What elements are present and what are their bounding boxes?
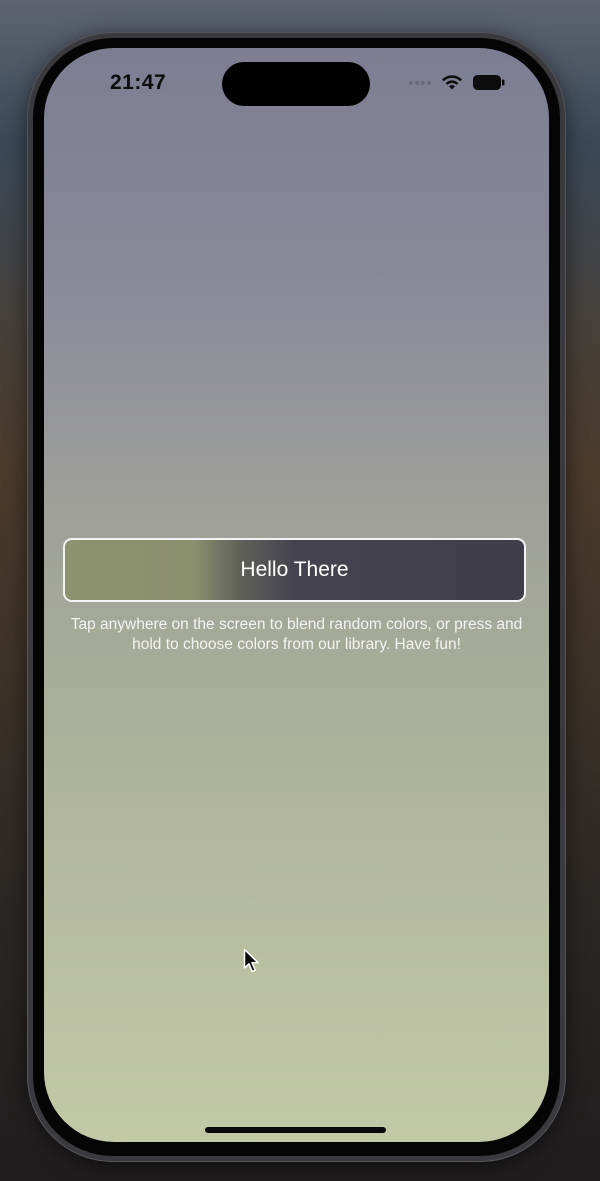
app-screen[interactable]: 21:47 Hello There Tap anywhere on the sc… [44,48,549,1142]
cellular-signal-icon [409,80,431,85]
battery-icon [473,75,505,90]
instructions-text: Tap anywhere on the screen to blend rand… [70,616,523,653]
status-bar: 21:47 [44,48,549,118]
home-indicator[interactable] [205,1127,386,1133]
mouse-pointer-icon [243,948,259,973]
dynamic-island [222,62,370,106]
hello-there-button[interactable]: Hello There [63,538,526,602]
status-time: 21:47 [110,71,167,94]
status-icons [409,74,505,91]
wifi-icon [442,75,462,90]
